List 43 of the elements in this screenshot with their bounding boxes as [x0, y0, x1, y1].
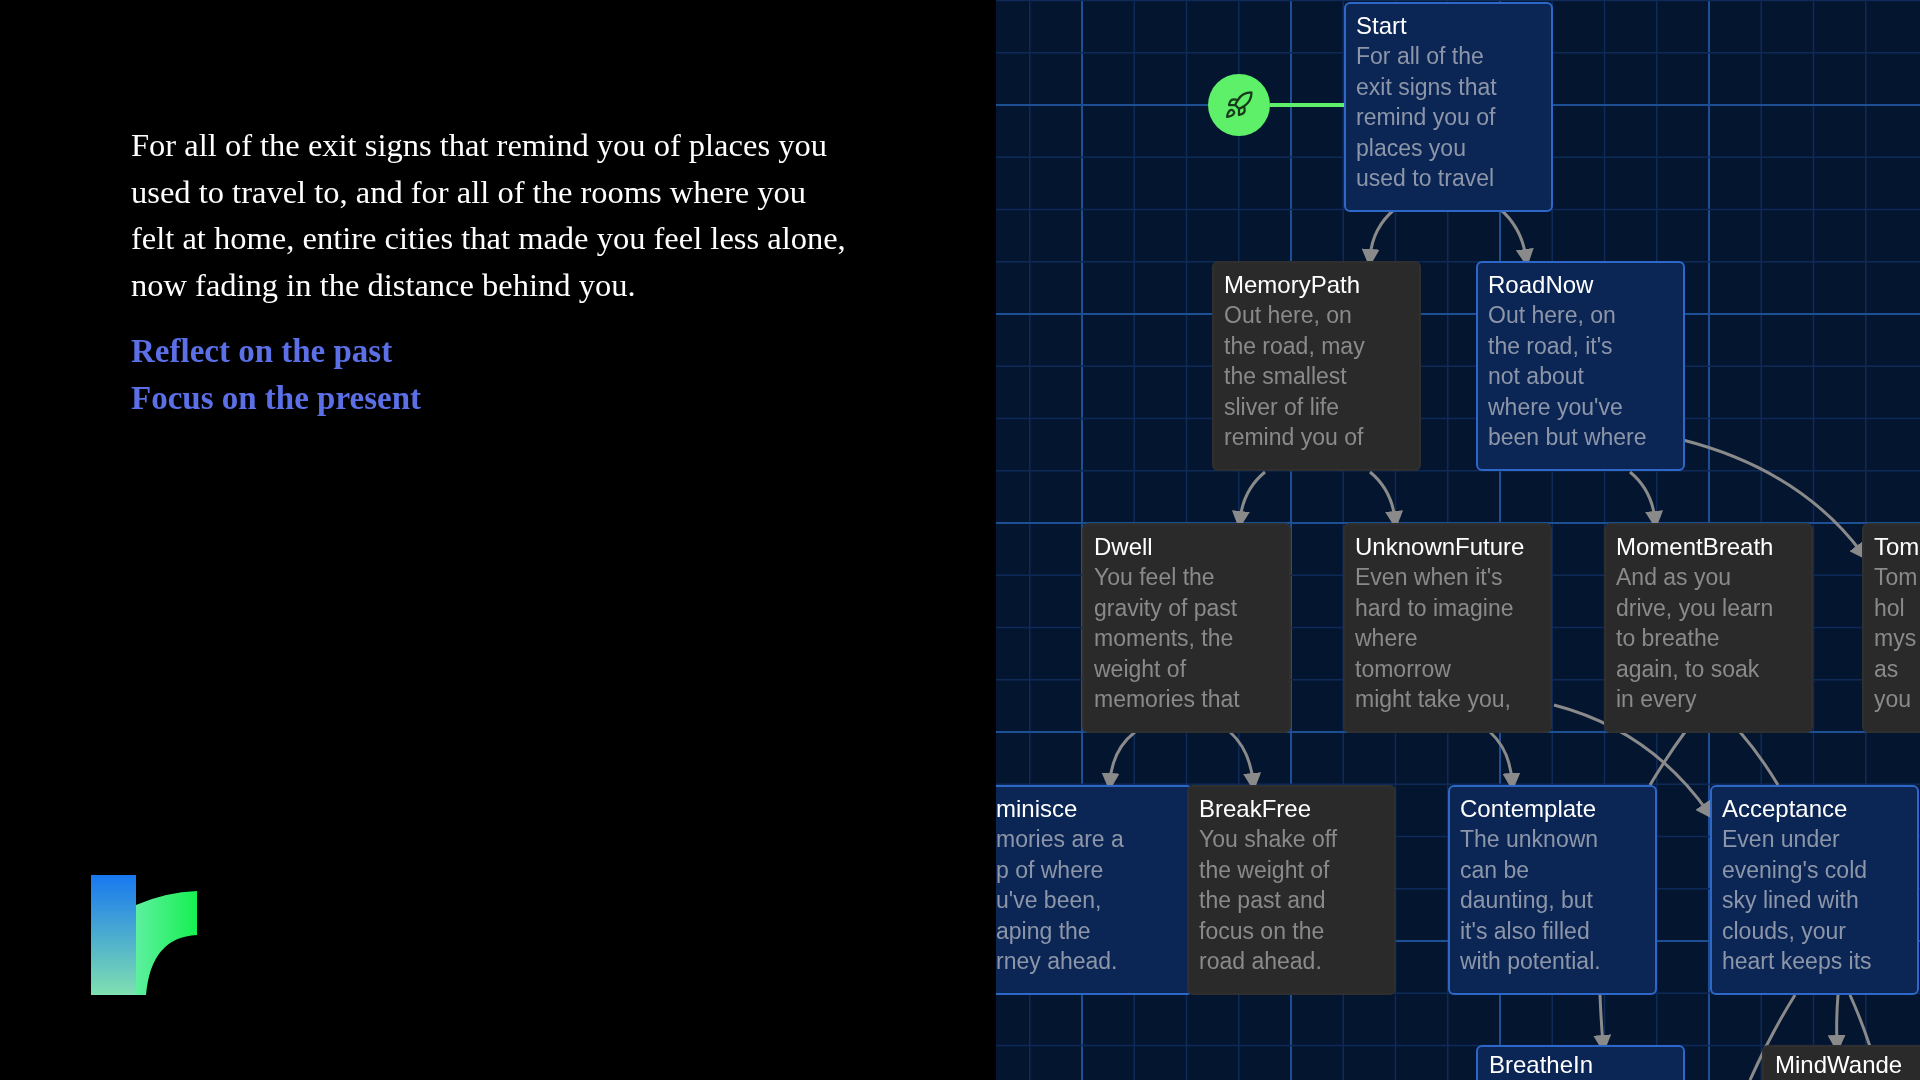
node-title: BreatheIn: [1489, 1051, 1595, 1079]
node-text: For all of the exit signs that remind you of places you used to travel: [1356, 42, 1498, 193]
node-title: RoadNow: [1488, 271, 1595, 299]
node-text: Tom hol mys as you: [1874, 563, 1919, 714]
choice-link[interactable]: Reflect on the past: [131, 328, 393, 375]
node-text: You shake off the weight of the past and focus on the road ahead.: [1199, 825, 1339, 976]
state-node[interactable]: MomentBreath And as you drive, you learn to breathe again, to soak in every: [1604, 523, 1813, 733]
connector-line: [1738, 731, 1780, 786]
state-node[interactable]: MemoryPath Out here, on the road, may the smallest sliver of life remind you of: [1212, 261, 1421, 471]
node-title: Contemplate: [1460, 795, 1598, 823]
node-title: UnknownFuture: [1355, 533, 1526, 561]
node-text: mories are a p of where u've been, aping the rney ahead.: [996, 825, 1125, 976]
node-title: Start: [1356, 12, 1408, 40]
state-node[interactable]: Dwell You feel the gravity of past moments, the weight of memories that: [1082, 523, 1291, 733]
state-node[interactable]: Start For all of the exit signs that remind you of places you used to travel: [1344, 2, 1553, 212]
rocket-icon: [1224, 90, 1254, 120]
state-node[interactable]: BreakFree You shake off the weight of the past and focus on the road ahead.: [1187, 785, 1396, 995]
state-node[interactable]: Tom Tom hol mys as you: [1862, 523, 1920, 733]
node-text: Out here, on the road, it's not about where you've been but where: [1488, 301, 1648, 452]
node-text: Even when it's hard to imagine where tomorrow might take you,: [1355, 563, 1515, 714]
node-title: minisce: [996, 795, 1079, 823]
connector-line: [1648, 731, 1687, 786]
state-node[interactable]: Contemplate The unknown can be daunting, but it's also filled with potential.: [1448, 785, 1657, 995]
state-node[interactable]: RoadNow Out here, on the road, it's not about where you've been but where: [1476, 261, 1685, 471]
node-title: Acceptance: [1722, 795, 1849, 823]
state-node[interactable]: BreatheIn: [1476, 1045, 1685, 1080]
node-title: Dwell: [1094, 533, 1154, 561]
node-title: BreakFree: [1199, 795, 1313, 823]
node-text: The unknown can be daunting, but it's also filled with potential.: [1460, 825, 1602, 976]
node-title: MemoryPath: [1224, 271, 1362, 299]
logo-icon: [91, 875, 197, 995]
node-title: Tom: [1874, 533, 1920, 561]
node-text: You feel the gravity of past moments, the weight of memories that: [1094, 563, 1241, 714]
state-node[interactable]: UnknownFuture Even when it's hard to imagine where tomorrow might take you,: [1343, 523, 1552, 733]
node-text: Out here, on the road, may the smallest sliver of life remind you of: [1224, 301, 1366, 452]
state-node[interactable]: MindWande: [1762, 1045, 1920, 1080]
state-node[interactable]: Acceptance Even under evening's cold sky lined with clouds, your heart keeps its: [1710, 785, 1919, 995]
node-text: And as you drive, you learn to breathe again, to soak in every: [1616, 563, 1775, 714]
node-text: Even under evening's cold sky lined with clouds, your heart keeps its: [1722, 825, 1873, 976]
node-title: MomentBreath: [1616, 533, 1775, 561]
intro-paragraph: For all of the exit signs that remind you of places you used to travel to, and for all of the rooms where you felt at home, entire cities that made you feel less alone, now fading in the distance behind you.: [131, 126, 847, 305]
choice-link[interactable]: Focus on the present: [131, 374, 421, 421]
node-title: MindWande: [1775, 1051, 1904, 1079]
